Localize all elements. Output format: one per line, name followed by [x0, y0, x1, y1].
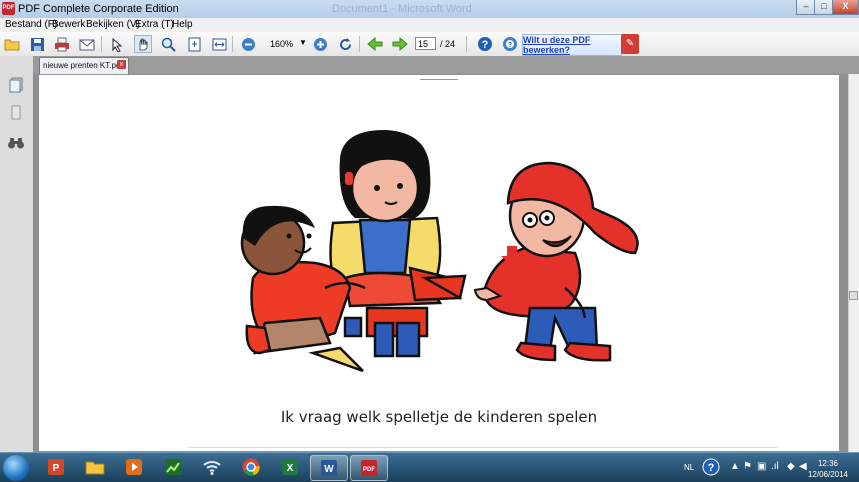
pdf-complete-icon[interactable]: PDF: [350, 455, 388, 481]
clock-time: 12:36: [817, 459, 839, 468]
menu-bekijken[interactable]: Bekijken (V): [86, 19, 140, 30]
menu-bar: Bestand (F) Bewerk Bekijken (V) Extra (T…: [0, 18, 859, 32]
page-divider: [420, 79, 458, 80]
minimize-button[interactable]: –: [796, 0, 816, 15]
toolbar-separator: [232, 36, 233, 52]
rotate-icon[interactable]: [336, 35, 354, 53]
start-button[interactable]: [3, 455, 29, 481]
svg-text:?: ?: [508, 42, 512, 49]
menu-bestand[interactable]: Bestand (F): [5, 19, 57, 30]
tab-document[interactable]: nieuwe prenten KT.pdf x: [39, 57, 129, 74]
menu-extra[interactable]: Extra (T): [135, 19, 174, 30]
powerpoint-icon[interactable]: P: [38, 455, 74, 479]
mail-icon[interactable]: [78, 35, 96, 53]
tab-label: nieuwe prenten KT.pdf: [43, 61, 123, 70]
select-icon[interactable]: [108, 35, 126, 53]
chart-app-icon[interactable]: [155, 455, 191, 479]
page-caption: Ik vraag welk spelletje de kinderen spel…: [280, 408, 598, 426]
title-bar: PDF PDF Complete Corporate Edition Docum…: [0, 0, 859, 18]
tab-close-icon[interactable]: x: [117, 60, 126, 69]
clock[interactable]: 12:36 12/06/2014: [806, 458, 850, 480]
pdf-app-icon: PDF: [2, 2, 15, 15]
pages-icon[interactable]: [6, 76, 26, 94]
boy-with-cap-figure: [473, 161, 639, 362]
fit-width-icon[interactable]: [210, 35, 228, 53]
menu-help[interactable]: Help: [172, 19, 193, 30]
fit-page-icon[interactable]: [185, 35, 203, 53]
window-title: PDF Complete Corporate Edition: [18, 3, 179, 15]
arrow-right-icon[interactable]: [391, 35, 409, 53]
toolbar-separator: [101, 36, 102, 52]
menu-bewerk[interactable]: Bewerk: [52, 19, 85, 30]
folder-open-icon[interactable]: [3, 35, 21, 53]
clock-date: 12/06/2014: [807, 470, 849, 479]
svg-text:P: P: [53, 463, 60, 474]
drive-icon[interactable]: ◆: [787, 461, 795, 472]
vertical-scrollbar[interactable]: [848, 74, 859, 452]
zoom-dropdown-icon[interactable]: ▼: [299, 38, 307, 47]
help-globe-icon[interactable]: ?: [501, 35, 519, 53]
page-total: / 24: [440, 39, 456, 49]
zoom-level[interactable]: 160%: [270, 39, 293, 49]
svg-text:?: ?: [482, 39, 489, 51]
zoom-icon[interactable]: [159, 35, 177, 53]
toolbar-separator: [359, 36, 360, 52]
svg-text:PDF: PDF: [363, 467, 375, 473]
toolbar-separator: [466, 36, 467, 52]
hand-icon[interactable]: [134, 35, 152, 53]
excel-icon[interactable]: X: [272, 455, 308, 479]
media-player-icon[interactable]: [116, 455, 152, 479]
maximize-button[interactable]: □: [814, 0, 834, 15]
svg-text:X: X: [287, 463, 294, 474]
show-hidden-icons-icon[interactable]: ▲: [730, 461, 740, 472]
svg-text:W: W: [324, 464, 334, 475]
page-number-input[interactable]: 15: [415, 37, 436, 50]
edit-pdf-icon[interactable]: ✎: [621, 34, 639, 54]
scroll-thumb[interactable]: [849, 291, 858, 300]
sidebar: [0, 56, 34, 452]
help-icon[interactable]: ?: [476, 35, 494, 53]
chrome-icon[interactable]: [233, 455, 269, 479]
svg-text:?: ?: [708, 462, 715, 474]
word-icon[interactable]: W: [310, 455, 348, 481]
help-tray-icon[interactable]: ?: [702, 458, 720, 479]
window-title-faded: Document1 - Microsoft Word: [332, 3, 472, 15]
children-playing-illustration: [240, 130, 639, 373]
wifi-icon[interactable]: [194, 455, 230, 479]
tab-strip: [33, 56, 859, 74]
file-explorer-icon[interactable]: [77, 455, 113, 479]
bookmarks-icon[interactable]: [6, 104, 26, 122]
language-indicator[interactable]: NL: [684, 463, 694, 472]
zoom-out-icon[interactable]: [239, 35, 257, 53]
binoculars-icon[interactable]: [6, 134, 26, 152]
zoom-in-icon[interactable]: [311, 35, 329, 53]
network-icon[interactable]: ▣: [757, 461, 766, 472]
print-icon[interactable]: [53, 35, 71, 53]
close-button[interactable]: X: [832, 0, 859, 15]
edit-pdf-link[interactable]: Wilt u deze PDF bewerken?: [522, 34, 622, 56]
flag-icon[interactable]: ⚑: [743, 461, 752, 472]
page-bottom-line: [188, 447, 778, 448]
signal-icon[interactable]: .ıl: [771, 461, 779, 472]
save-icon[interactable]: [28, 35, 46, 53]
arrow-left-icon[interactable]: [366, 35, 384, 53]
